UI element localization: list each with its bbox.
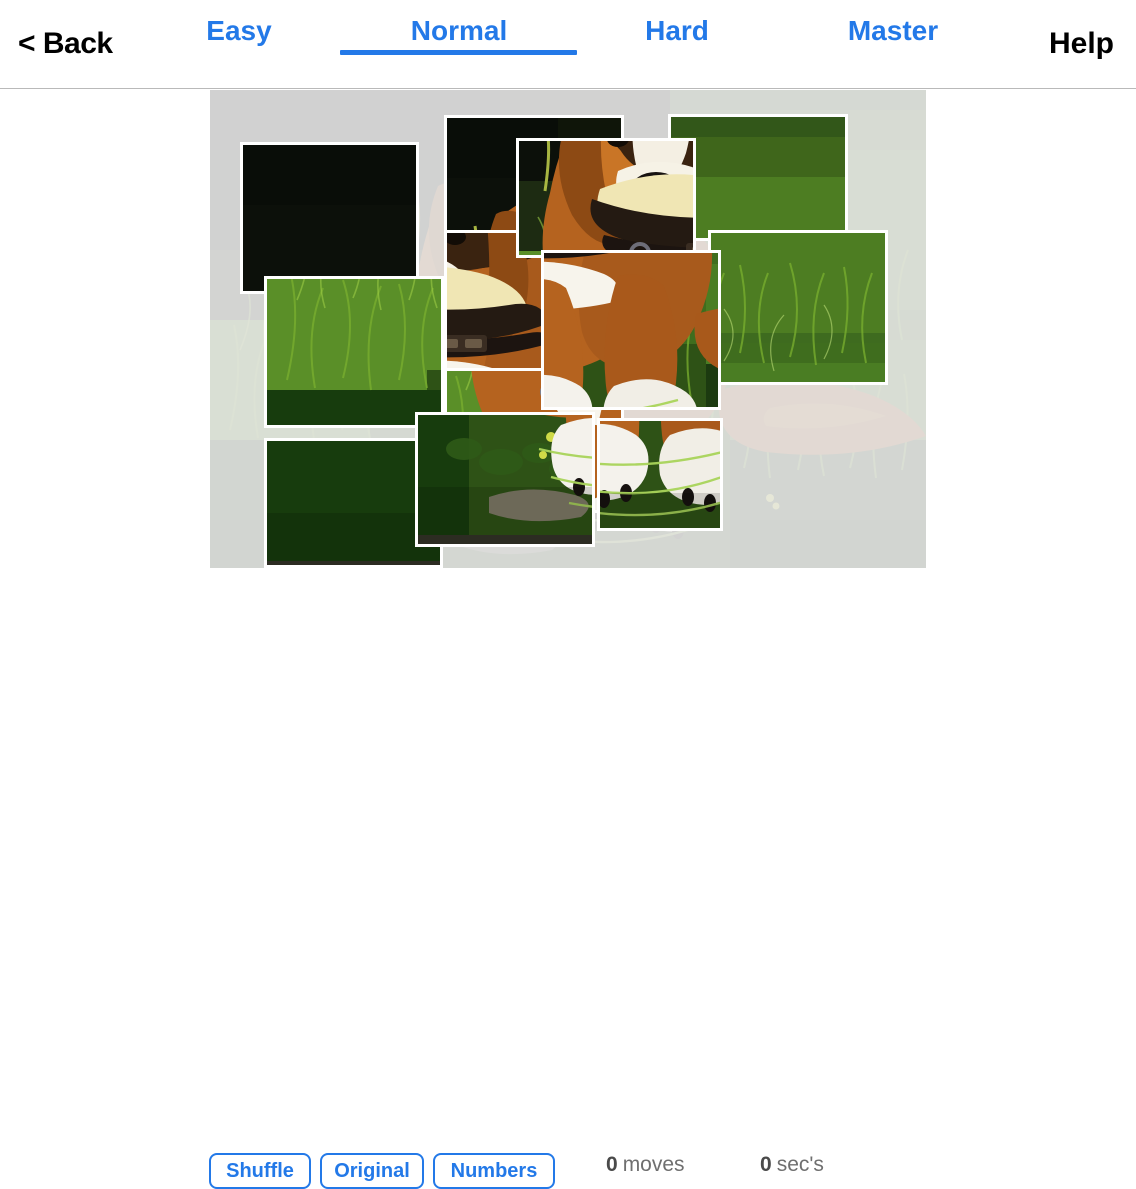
puzzle-tile[interactable] [240,142,419,294]
moves-counter: 0 moves [606,1154,685,1175]
moves-label: moves [622,1153,685,1176]
tab-easy[interactable]: Easy [201,17,277,45]
help-button[interactable]: Help [1049,29,1114,59]
active-tab-underline [340,50,577,55]
time-value: 0 [760,1153,772,1176]
moves-value: 0 [606,1153,618,1176]
tile-image [267,279,441,425]
shuffle-button[interactable]: Shuffle [209,1153,311,1189]
time-counter: 0 sec's [760,1154,824,1175]
puzzle-tile[interactable] [516,138,696,258]
tab-hard[interactable]: Hard [640,17,714,45]
time-label: sec's [776,1153,824,1176]
tile-image [418,415,592,537]
bottom-toolbar: Shuffle Original Numbers 0 moves 0 sec's [0,568,1136,1189]
numbers-button[interactable]: Numbers [433,1153,555,1189]
tile-image [243,145,416,291]
tile-image [711,233,885,382]
top-navigation-bar: < Back Easy Normal Hard Master Help [0,0,1136,89]
tab-normal[interactable]: Normal [404,17,514,45]
original-button[interactable]: Original [320,1153,424,1189]
puzzle-tile[interactable] [415,412,595,547]
puzzle-tile[interactable] [597,418,723,531]
tab-master[interactable]: Master [841,17,945,45]
tile-image [671,117,845,238]
tile-image [544,253,718,407]
puzzle-tile[interactable] [541,250,721,410]
puzzle-board[interactable] [210,90,926,568]
tile-image [519,141,693,255]
puzzle-tile[interactable] [264,276,444,428]
tile-image [600,421,720,528]
puzzle-tile[interactable] [708,230,888,385]
back-button[interactable]: < Back [18,29,113,59]
